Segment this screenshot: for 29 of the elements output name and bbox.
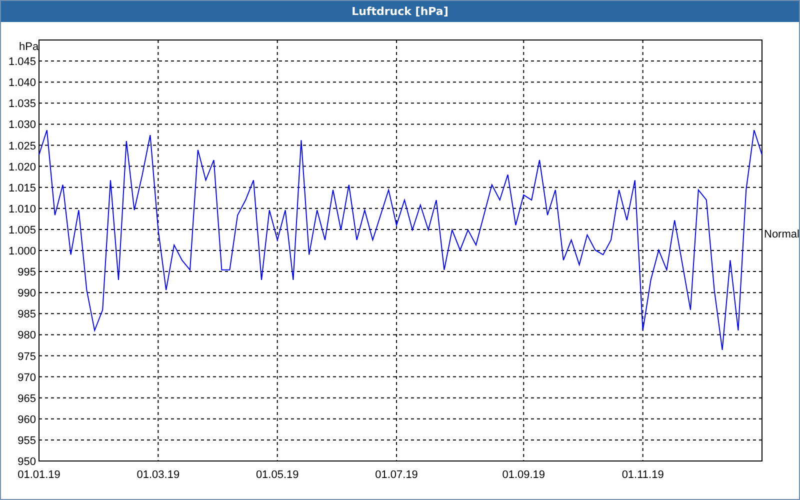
y-tick-label: 1.035 — [8, 98, 36, 110]
y-tick-label: 1.020 — [8, 161, 36, 174]
chart-title: Luftdruck [hPa] — [352, 5, 448, 18]
y-tick-label: 1.045 — [8, 56, 36, 68]
y-tick-label: 985 — [18, 308, 36, 321]
y-axis-unit: hPa — [19, 41, 39, 53]
x-tick-label: 01.03.19 — [136, 469, 180, 481]
y-tick-label: 950 — [18, 456, 36, 468]
y-tick-label: 975 — [18, 350, 36, 363]
y-tick-label: 980 — [18, 330, 36, 342]
x-tick-label: 01.09.19 — [502, 469, 546, 481]
y-tick-label: 1.010 — [8, 203, 36, 216]
y-tick-label: 1.030 — [8, 119, 36, 132]
y-tick-label: 1.000 — [8, 246, 36, 258]
x-tick-label: 01.05.19 — [256, 469, 299, 481]
x-tick-label: 01.07.19 — [375, 469, 418, 481]
y-tick-label: 965 — [18, 392, 36, 405]
y-tick-label: 970 — [18, 372, 36, 384]
x-tick-label: 01.01.19 — [18, 469, 60, 481]
y-tick-label: 1.005 — [8, 224, 36, 236]
y-tick-label: 990 — [18, 288, 36, 300]
y-tick-label: 995 — [18, 266, 36, 279]
y-tick-label: 1.015 — [8, 182, 36, 194]
y-tick-label: 955 — [18, 434, 36, 447]
y-tick-label: 960 — [18, 414, 36, 426]
y-tick-label: 1.040 — [8, 77, 36, 90]
normal-level-label: Normal — [764, 228, 799, 241]
x-tick-label: 01.11.19 — [622, 469, 664, 481]
y-tick-label: 1.025 — [8, 140, 36, 152]
